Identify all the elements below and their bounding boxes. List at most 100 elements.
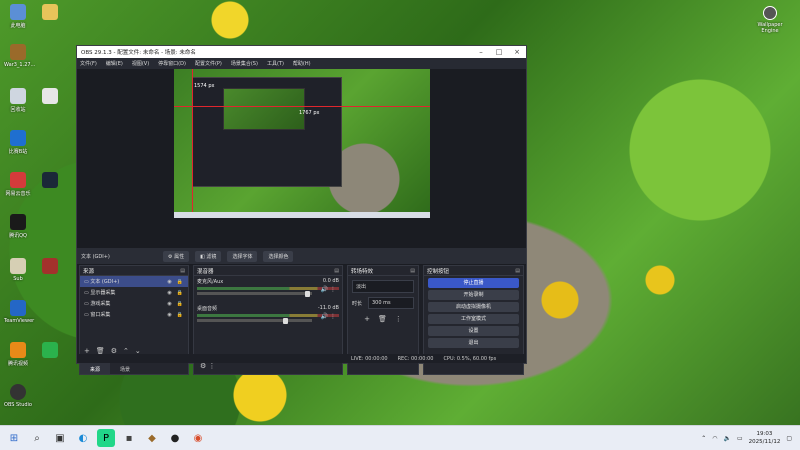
dock-menu-icon[interactable]: ▤ <box>515 268 520 274</box>
desktop-icon[interactable]: Sub <box>4 258 32 282</box>
eye-icon[interactable]: ◉ <box>167 290 171 296</box>
preview-canvas[interactable]: 1574 px 1767 px <box>174 69 430 218</box>
slider-handle[interactable] <box>304 290 310 297</box>
source-item[interactable]: ▭ 窗口采集 ◉ 🔒 <box>80 309 188 320</box>
dock-menu-icon[interactable]: ▤ <box>334 268 339 274</box>
properties-button[interactable]: ⚙ 属性 <box>163 250 190 262</box>
task-view-icon[interactable]: ▣ <box>51 429 69 447</box>
lock-icon[interactable]: 🔒 <box>177 290 183 296</box>
source-item[interactable]: ▭ 游戏采集 ◉ 🔒 <box>80 298 188 309</box>
menu-scene-collection[interactable]: 场景集合(S) <box>231 60 258 67</box>
eye-icon[interactable]: ◉ <box>167 312 171 318</box>
filters-button[interactable]: ◧ 滤镜 <box>195 250 222 262</box>
volume-slider[interactable] <box>197 317 312 324</box>
pycharm-icon[interactable]: P <box>97 429 115 447</box>
desktop-icon[interactable] <box>36 342 64 360</box>
desktop-icon[interactable]: 回收站 <box>4 88 32 113</box>
app-icon[interactable]: ▪ <box>120 429 138 447</box>
dock-menu-icon[interactable]: ▤ <box>180 268 185 274</box>
warcraft-icon[interactable]: ◆ <box>143 429 161 447</box>
volume-icon[interactable]: 🔈 <box>723 435 730 442</box>
menu-profile[interactable]: 配置文件(P) <box>195 60 222 67</box>
dock-menu-icon[interactable]: ▤ <box>410 268 415 274</box>
eye-icon[interactable]: ◉ <box>167 279 171 285</box>
menu-docks[interactable]: 停靠窗口(D) <box>158 60 186 67</box>
wifi-icon[interactable]: ◠ <box>712 435 717 442</box>
battery-icon[interactable]: ▭ <box>737 435 743 442</box>
canvas-taskbar <box>174 212 430 218</box>
desktop-icon[interactable] <box>36 172 64 190</box>
obs-icon[interactable]: ● <box>166 429 184 447</box>
desktop-icon[interactable] <box>36 4 64 22</box>
preview-area[interactable]: 1574 px 1767 px 文本 (GDI+) ⚙ 属性 ◧ 滤镜 选择字体… <box>77 69 526 265</box>
app-icon[interactable]: ◉ <box>189 429 207 447</box>
windows-start-icon[interactable]: ⊞ <box>5 429 23 447</box>
lock-icon[interactable]: 🔒 <box>177 312 183 318</box>
desktop-icon[interactable]: OBS Studio <box>4 384 32 408</box>
desktop-icon[interactable]: 比赛B站 <box>4 130 32 155</box>
eye-icon[interactable]: ◉ <box>167 301 171 307</box>
close-icon[interactable]: × <box>508 48 526 56</box>
desktop-icon[interactable] <box>36 258 64 276</box>
rec-status: REC: 00:00:00 <box>397 355 434 362</box>
chevron-up-icon[interactable]: ⌃ <box>701 435 706 442</box>
menu-view[interactable]: 视图(V) <box>132 60 149 67</box>
select-color-button[interactable]: 选择颜色 <box>263 250 294 262</box>
desktop-icon-right[interactable]: Wallpaper Engine <box>750 6 790 34</box>
exit-button[interactable]: 退出 <box>428 338 519 348</box>
search-icon[interactable]: ⌕ <box>28 429 46 447</box>
live-status: LIVE: 00:00:00 <box>351 355 388 362</box>
duration-input[interactable]: 300 ms <box>368 297 414 309</box>
tab-scenes[interactable]: 场景 <box>110 363 140 374</box>
lock-icon[interactable]: 🔒 <box>177 279 183 285</box>
settings-button[interactable]: 设置 <box>428 326 519 336</box>
date: 2025/11/12 <box>748 439 781 445</box>
clock[interactable]: 19:03 2025/11/12 <box>749 430 781 446</box>
tab-sources[interactable]: 来源 <box>80 363 111 374</box>
dock-header: 转场特效 ▤ <box>348 266 418 276</box>
source-item[interactable]: ▭ 文本 (GDI+) ◉ 🔒 <box>80 276 188 287</box>
lock-icon[interactable]: 🔒 <box>177 301 183 307</box>
notification-icon[interactable]: ▢ <box>786 435 792 442</box>
menu-tools[interactable]: 工具(T) <box>267 60 284 67</box>
channel-db: 0.0 dB <box>322 278 339 284</box>
teamviewer-icon <box>10 300 26 316</box>
selected-source-name: 文本 (GDI+) <box>81 253 110 260</box>
desktop-icon[interactable]: TeamViewer <box>4 300 34 324</box>
system-tray: ⌃ ◠ 🔈 ▭ 19:03 2025/11/12 ▢ <box>701 430 800 446</box>
qq-icon <box>10 214 26 230</box>
transition-tools: + 🗑 ⋮ <box>348 315 418 323</box>
minimize-icon[interactable]: – <box>472 48 490 56</box>
menu-edit[interactable]: 编辑(E) <box>106 60 123 67</box>
volume-slider[interactable] <box>197 290 312 297</box>
select-font-button[interactable]: 选择字体 <box>227 250 258 262</box>
desktop-icon[interactable] <box>36 88 64 106</box>
mixer-channel: 桌面音频 -11.0 dB 🔊 ⋮ <box>194 303 342 324</box>
add-icon[interactable]: + <box>364 315 370 323</box>
source-item[interactable]: ▭ 显示器采集 ◉ 🔒 <box>80 287 188 298</box>
time: 19:03 <box>756 431 773 437</box>
menu-file[interactable]: 文件(F) <box>80 60 97 67</box>
desktop-icon[interactable]: 腾讯QQ <box>4 214 32 239</box>
trash-icon[interactable]: 🗑 <box>378 315 387 323</box>
netease-music-icon <box>10 172 26 188</box>
desktop-icon[interactable]: 腾讯视频 <box>4 342 32 367</box>
desktop-icon[interactable]: 此电脑 <box>4 4 32 29</box>
start-virtual-camera-button[interactable]: 启动虚拟摄像机 <box>428 302 519 312</box>
transition-select[interactable]: 淡出 <box>352 280 414 293</box>
channel-db: -11.0 dB <box>317 305 339 311</box>
start-recording-button[interactable]: 开始录制 <box>428 290 519 300</box>
studio-mode-button[interactable]: 工作室模式 <box>428 314 519 324</box>
mixer-settings-icon[interactable]: ⚙ ⋮ <box>200 362 216 370</box>
stop-streaming-button[interactable]: 停止直播 <box>428 278 519 288</box>
maximize-icon[interactable]: □ <box>490 48 508 56</box>
menu-help[interactable]: 帮助(H) <box>293 60 311 67</box>
speaker-icon[interactable]: 🔊 ⋮ <box>321 313 336 320</box>
more-icon[interactable]: ⋮ <box>395 315 402 323</box>
desktop-icon[interactable]: War3_1.27... <box>4 44 35 68</box>
speaker-icon[interactable]: 🔊 ⋮ <box>321 286 336 293</box>
desktop-icon[interactable]: 网易云音乐 <box>4 172 32 197</box>
recursive-obs-window <box>192 77 342 187</box>
edge-icon[interactable]: ◐ <box>74 429 92 447</box>
slider-handle[interactable] <box>282 317 288 324</box>
